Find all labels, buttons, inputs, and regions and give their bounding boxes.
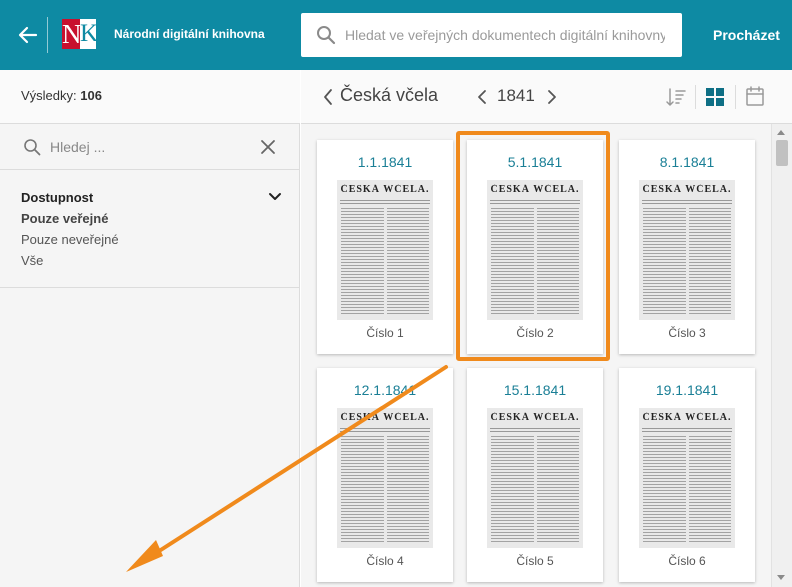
text-column <box>643 436 686 544</box>
issue-card-2[interactable]: 5.1.1841 ČESKÁ WČELA. Číslo 2 <box>467 140 603 354</box>
newspaper-masthead: ČESKÁ WČELA. <box>490 412 580 423</box>
text-column <box>537 436 579 544</box>
search-icon <box>317 26 336 45</box>
text-column <box>491 208 534 316</box>
issue-number: Číslo 1 <box>366 326 404 340</box>
text-column <box>643 208 686 316</box>
newspaper-masthead: ČESKÁ WČELA. <box>340 412 430 423</box>
issue-date: 15.1.1841 <box>503 382 567 398</box>
sidebar: Výsledky: 106 Dostupnost Pouze veřejné P… <box>0 70 300 587</box>
issue-number: Číslo 6 <box>668 554 706 568</box>
results-label: Výsledky: <box>21 88 77 103</box>
toolbar-divider <box>735 85 736 109</box>
availability-filter: Dostupnost Pouze veřejné Pouze neveřejné… <box>0 170 300 288</box>
text-column <box>537 208 579 316</box>
issue-thumbnail: ČESKÁ WČELA. <box>337 180 433 320</box>
issue-thumbnail: ČESKÁ WČELA. <box>639 180 735 320</box>
newspaper-masthead: ČESKÁ WČELA. <box>642 412 732 423</box>
next-year-icon[interactable] <box>547 89 557 105</box>
nk-logo[interactable]: N K <box>62 19 99 49</box>
results-count-bar: Výsledky: 106 <box>0 70 300 124</box>
results-number: 106 <box>80 88 102 103</box>
filter-option-private[interactable]: Pouze neveřejné <box>21 232 119 247</box>
masthead-rule <box>340 428 430 432</box>
text-column <box>689 436 731 544</box>
year-label: 1841 <box>497 86 535 105</box>
header-divider <box>47 17 48 53</box>
logo-letter-n: N <box>62 19 82 49</box>
search-icon <box>24 139 41 156</box>
issue-card-3[interactable]: 8.1.1841 ČESKÁ WČELA. Číslo 3 <box>619 140 755 354</box>
global-search-input[interactable] <box>345 13 665 57</box>
toolbar-divider <box>695 85 696 109</box>
close-icon[interactable] <box>260 139 276 155</box>
scroll-thumb[interactable] <box>776 140 788 166</box>
top-header: N K Národní digitální knihovna Procházet <box>0 0 792 70</box>
issue-thumbnail: ČESKÁ WČELA. <box>487 408 583 548</box>
global-search[interactable] <box>301 13 682 57</box>
issue-date: 12.1.1841 <box>353 382 417 398</box>
issue-date: 5.1.1841 <box>507 154 563 170</box>
scrollbar[interactable] <box>771 124 792 587</box>
issue-number: Číslo 2 <box>516 326 554 340</box>
sort-icon[interactable] <box>665 86 687 108</box>
masthead-rule <box>340 200 430 204</box>
filter-option-all[interactable]: Vše <box>21 253 43 268</box>
newspaper-masthead: ČESKÁ WČELA. <box>490 184 580 195</box>
results-count: Výsledky: 106 <box>21 88 102 103</box>
newspaper-masthead: ČESKÁ WČELA. <box>340 184 430 195</box>
text-column <box>341 208 384 316</box>
issue-date: 8.1.1841 <box>659 154 715 170</box>
previous-year-icon[interactable] <box>477 89 487 105</box>
newspaper-masthead: ČESKÁ WČELA. <box>642 184 732 195</box>
sidebar-search-input[interactable] <box>50 132 245 162</box>
issue-card-4[interactable]: 12.1.1841 ČESKÁ WČELA. Číslo 4 <box>317 368 453 582</box>
chevron-down-icon[interactable] <box>268 192 282 202</box>
chevron-left-icon[interactable] <box>323 88 333 106</box>
issue-thumbnail: ČESKÁ WČELA. <box>639 408 735 548</box>
app-title[interactable]: Národní digitální knihovna <box>114 27 265 41</box>
issue-thumbnail: ČESKÁ WČELA. <box>337 408 433 548</box>
masthead-rule <box>642 200 732 204</box>
issue-card-5[interactable]: 15.1.1841 ČESKÁ WČELA. Číslo 5 <box>467 368 603 582</box>
grid-view-icon[interactable] <box>705 87 725 107</box>
logo-letter-k: K <box>80 19 99 49</box>
issue-number: Číslo 3 <box>668 326 706 340</box>
issue-date: 1.1.1841 <box>357 154 413 170</box>
issue-card-6[interactable]: 19.1.1841 ČESKÁ WČELA. Číslo 6 <box>619 368 755 582</box>
filter-title[interactable]: Dostupnost <box>21 190 93 205</box>
back-button[interactable] <box>16 22 40 48</box>
text-column <box>387 436 429 544</box>
filter-option-public[interactable]: Pouze veřejné <box>21 211 108 226</box>
calendar-icon[interactable] <box>745 85 765 107</box>
scroll-down-icon[interactable] <box>777 575 785 580</box>
text-column <box>341 436 384 544</box>
issue-number: Číslo 5 <box>516 554 554 568</box>
text-column <box>387 208 429 316</box>
masthead-rule <box>490 200 580 204</box>
masthead-rule <box>642 428 732 432</box>
scroll-up-icon[interactable] <box>777 130 785 135</box>
text-column <box>491 436 534 544</box>
text-column <box>689 208 731 316</box>
periodical-title[interactable]: Česká včela <box>340 85 438 106</box>
browse-button[interactable]: Procházet <box>713 27 780 43</box>
sidebar-search[interactable] <box>0 124 300 170</box>
issue-card-1[interactable]: 1.1.1841 ČESKÁ WČELA. Číslo 1 <box>317 140 453 354</box>
masthead-rule <box>490 428 580 432</box>
issue-date: 19.1.1841 <box>655 382 719 398</box>
issue-thumbnail: ČESKÁ WČELA. <box>487 180 583 320</box>
arrow-left-icon <box>18 26 38 44</box>
periodical-toolbar: Česká včela 1841 <box>301 70 792 124</box>
issues-grid: 1.1.1841 ČESKÁ WČELA. Číslo 1 5.1.1841 Č… <box>301 124 771 587</box>
issue-number: Číslo 4 <box>366 554 404 568</box>
